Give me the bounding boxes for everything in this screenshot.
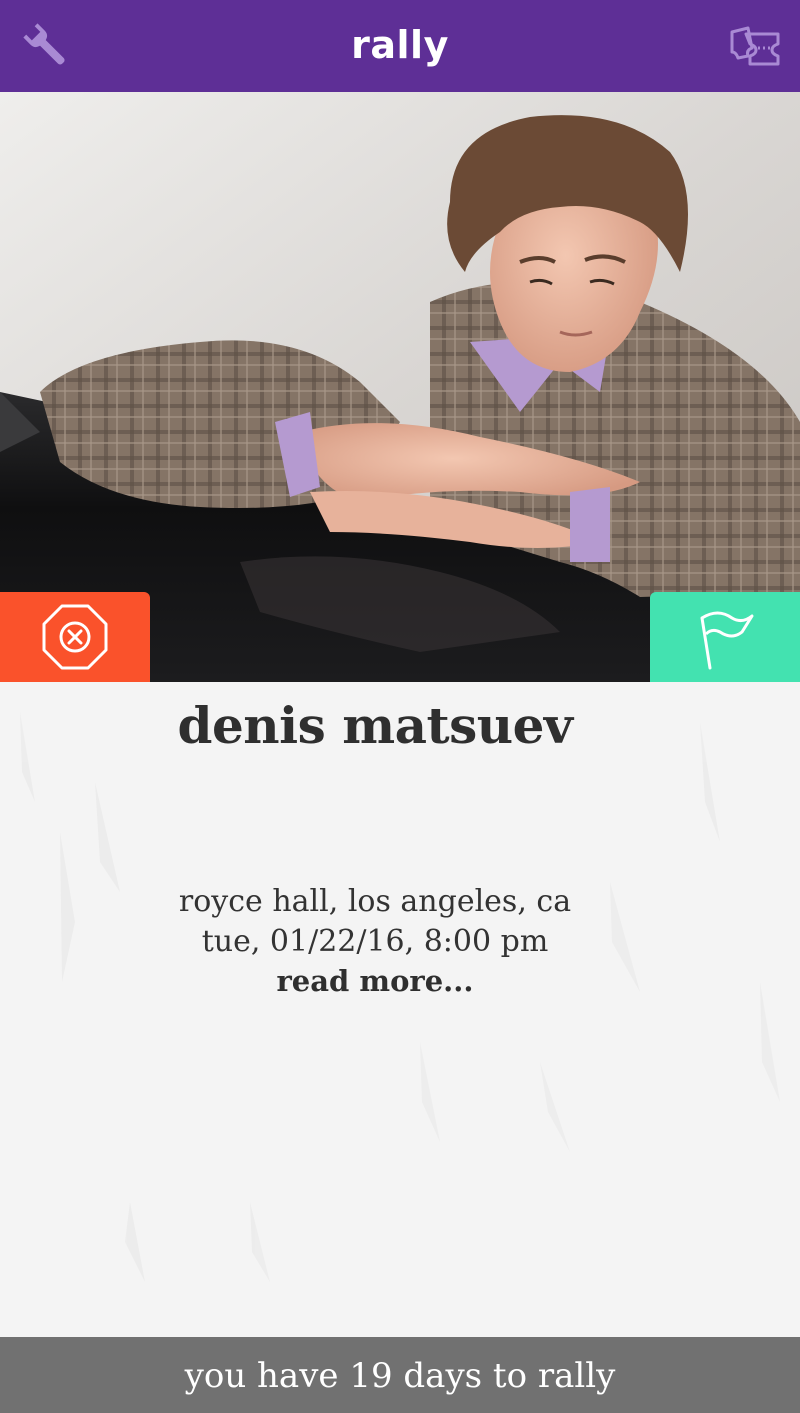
event-venue: royce hall, los angeles, ca [178,884,572,919]
tickets-icon [730,26,780,66]
app-title: rally [351,23,449,67]
app-screen: rally denis matsuev royce hall, los ange… [0,0,800,1413]
rally-button[interactable] [650,592,800,682]
rally-countdown-bar: you have 19 days to rally [0,1337,800,1413]
read-more-link[interactable]: read more... [0,964,750,998]
close-octagon-icon [42,604,108,670]
app-header: rally [0,0,800,92]
event-datetime: tue, 01/22/16, 8:00 pm [201,924,549,959]
pass-button[interactable] [0,592,150,682]
rally-countdown-text: you have 19 days to rally [184,1356,616,1396]
artist-name: denis matsuev [177,696,573,755]
flag-icon [700,611,754,670]
event-details: denis matsuev royce hall, los angeles, c… [0,682,800,1337]
background-texture [20,712,780,1282]
tickets-button[interactable] [728,18,784,74]
